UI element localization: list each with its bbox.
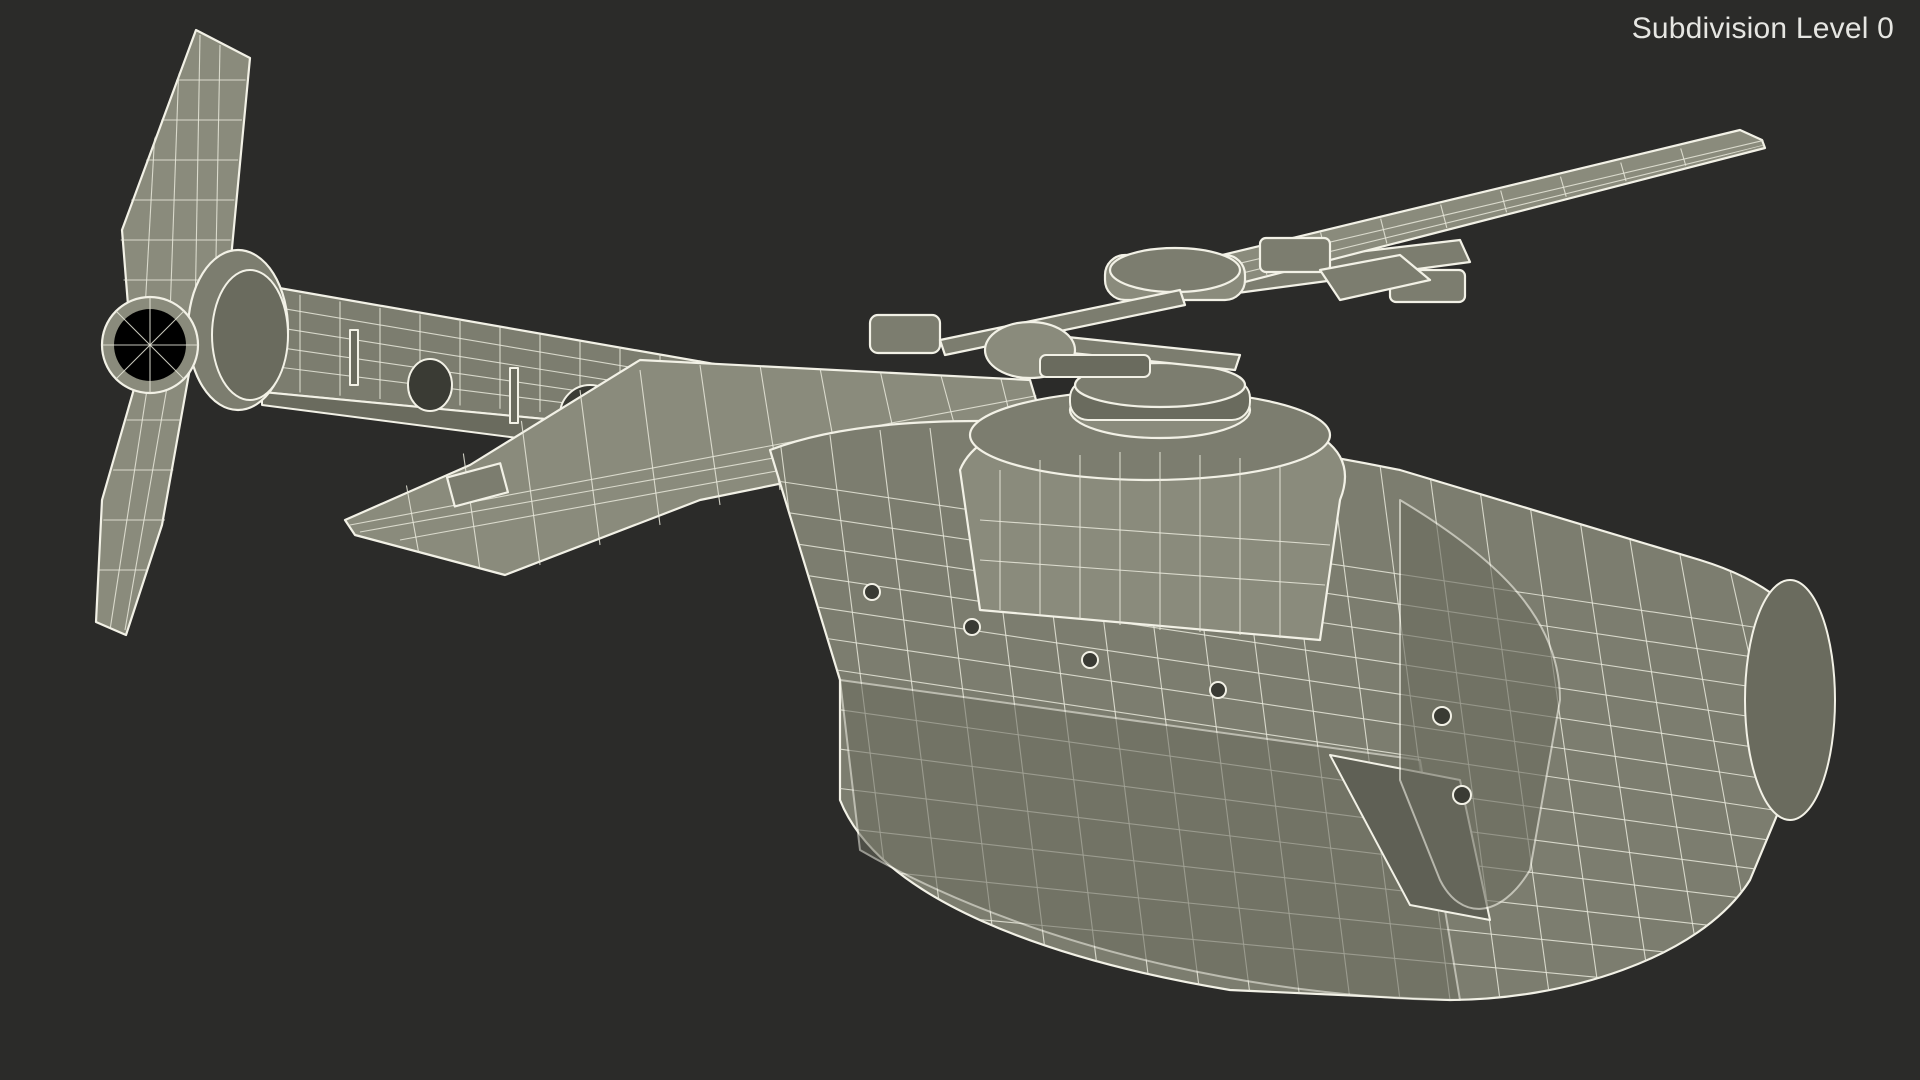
- rotor-mast-housing: [958, 361, 1346, 642]
- tail-rotor: [94, 28, 290, 637]
- 3d-viewport[interactable]: Subdivision Level 0: [0, 0, 1920, 1080]
- main-rotor-head: [868, 128, 1767, 380]
- subdivision-level-label: Subdivision Level 0: [1631, 12, 1894, 45]
- helicopter-drone-wireframe-model: [94, 28, 1836, 1002]
